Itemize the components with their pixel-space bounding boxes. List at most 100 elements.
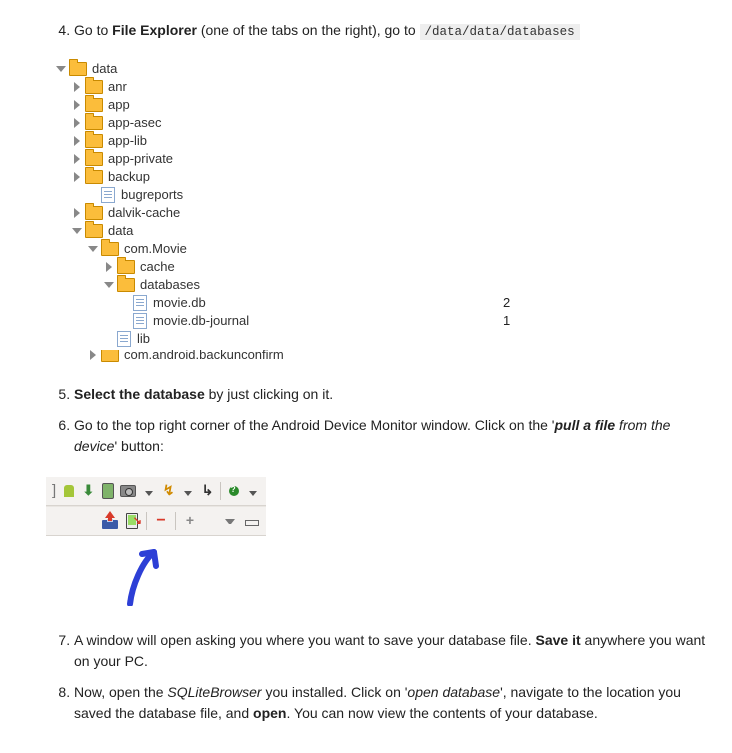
expander-icon[interactable] <box>104 262 114 272</box>
spacer <box>120 298 130 308</box>
bold-select-db: Select the database <box>74 386 205 402</box>
tree-row-app-lib[interactable]: app-lib <box>56 132 712 150</box>
tree-row-movie-db-journal[interactable]: movie.db-journal 1 <box>56 312 712 330</box>
download-icon[interactable]: ⬇ <box>82 483 95 499</box>
tree-row-cache[interactable]: cache <box>56 258 712 276</box>
text: Go to the top right corner of the Androi… <box>74 417 554 433</box>
expander-icon[interactable] <box>56 64 66 74</box>
tree-label: databases <box>140 275 200 295</box>
step-4: Go to File Explorer (one of the tabs on … <box>74 20 712 362</box>
tree-label: bugreports <box>121 185 183 205</box>
tree-label: app-private <box>108 149 173 169</box>
tree-row-backup[interactable]: backup <box>56 168 712 186</box>
expander-icon[interactable] <box>72 172 82 182</box>
tree-row-data[interactable]: data <box>56 60 712 78</box>
step-8-text: Now, open the SQLiteBrowser you installe… <box>74 684 681 721</box>
file-icon <box>133 295 147 311</box>
tree-row-cut: com.android.backunconfirm <box>56 350 712 362</box>
tree-label: data <box>108 221 133 241</box>
toolbar-screenshot: ] ⬇ ↯ ↳ ↘ − <box>46 477 266 536</box>
tree-row-bugreports[interactable]: bugreports <box>56 186 712 204</box>
expander-icon[interactable] <box>104 280 114 290</box>
expander-icon[interactable] <box>88 350 98 360</box>
tree-label: backup <box>108 167 150 187</box>
expander-icon[interactable] <box>72 82 82 92</box>
tree-row-databases[interactable]: databases <box>56 276 712 294</box>
help-icon[interactable] <box>227 483 240 499</box>
expander-icon[interactable] <box>88 244 98 254</box>
tree-label: com.Movie <box>124 239 187 259</box>
toolbar-bottom-row: ↘ − + <box>46 506 266 536</box>
pull-file-icon[interactable] <box>102 513 118 529</box>
bold-open: open <box>253 705 286 721</box>
text: A window will open asking you where you … <box>74 632 536 648</box>
tree-row-app[interactable]: app <box>56 96 712 114</box>
camera-icon[interactable] <box>120 483 136 499</box>
tree-label: data <box>92 59 117 79</box>
delete-icon[interactable]: − <box>153 513 169 529</box>
bracket-icon: ] <box>52 483 56 498</box>
folder-icon <box>101 242 119 256</box>
spacer <box>120 316 130 326</box>
step-5-text: Select the database by just clicking on … <box>74 386 333 402</box>
add-icon[interactable]: + <box>182 513 198 529</box>
file-icon <box>117 331 131 347</box>
expander-icon[interactable] <box>72 118 82 128</box>
step-6: Go to the top right corner of the Androi… <box>74 415 712 620</box>
text: Now, open the <box>74 684 167 700</box>
folder-icon <box>85 152 103 166</box>
folder-icon <box>85 170 103 184</box>
dropdown-icon[interactable] <box>247 483 260 499</box>
folder-icon <box>101 350 119 362</box>
tree-label: cache <box>140 257 175 277</box>
minimize-icon[interactable] <box>244 513 260 529</box>
folder-icon <box>85 80 103 94</box>
path-code: /data/data/databases <box>420 24 580 40</box>
tree-row-lib[interactable]: lib <box>56 330 712 348</box>
expander-icon[interactable] <box>72 100 82 110</box>
tree-row-data-inner[interactable]: data <box>56 222 712 240</box>
tree-label: com.android.backunconfirm <box>124 350 284 362</box>
expander-icon[interactable] <box>72 136 82 146</box>
tree-row-app-asec[interactable]: app-asec <box>56 114 712 132</box>
separator <box>220 482 221 500</box>
text: Go to <box>74 22 112 38</box>
tree-label: anr <box>108 77 127 97</box>
tree-row-backunconfirm[interactable]: com.android.backunconfirm <box>56 350 712 362</box>
file-tree: data anr app app-asec <box>56 60 712 362</box>
expander-icon[interactable] <box>72 154 82 164</box>
tree-label: dalvik-cache <box>108 203 180 223</box>
dropdown-icon[interactable] <box>181 483 194 499</box>
file-icon <box>101 187 115 203</box>
spacer <box>88 190 98 200</box>
hand-drawn-arrow-icon <box>118 546 178 606</box>
phone-icon[interactable] <box>101 483 114 499</box>
tree-label: app <box>108 95 130 115</box>
android-icon[interactable] <box>62 483 75 499</box>
file-icon <box>133 313 147 329</box>
push-file-icon[interactable]: ↘ <box>124 513 140 529</box>
folder-icon <box>117 278 135 292</box>
folder-icon <box>85 116 103 130</box>
arrow-icon[interactable]: ↳ <box>201 483 214 499</box>
expander-icon[interactable] <box>72 226 82 236</box>
folder-icon <box>85 134 103 148</box>
separator <box>175 512 176 530</box>
folder-icon <box>117 260 135 274</box>
tree-row-com-movie[interactable]: com.Movie <box>56 240 712 258</box>
tree-label: app-lib <box>108 131 147 151</box>
step-8: Now, open the SQLiteBrowser you installe… <box>74 682 712 724</box>
tree-row-app-private[interactable]: app-private <box>56 150 712 168</box>
tree-row-anr[interactable]: anr <box>56 78 712 96</box>
filter-icon[interactable]: ↯ <box>162 483 175 499</box>
step-7: A window will open asking you where you … <box>74 630 712 672</box>
tree-row-dalvik-cache[interactable]: dalvik-cache <box>56 204 712 222</box>
expander-icon[interactable] <box>72 208 82 218</box>
menu-dropdown-icon[interactable] <box>222 513 238 529</box>
step-6-text: Go to the top right corner of the Androi… <box>74 417 670 454</box>
bold-save-it: Save it <box>536 632 581 648</box>
tree-row-movie-db[interactable]: movie.db 2 <box>56 294 712 312</box>
dropdown-icon[interactable] <box>142 483 155 499</box>
ital-sqlitebrowser: SQLiteBrowser <box>167 684 261 700</box>
step-4-text: Go to File Explorer (one of the tabs on … <box>74 22 580 38</box>
